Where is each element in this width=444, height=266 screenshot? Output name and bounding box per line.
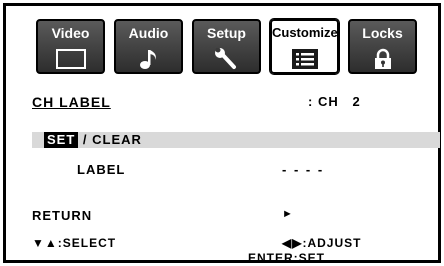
tab-label: Video: [51, 25, 90, 41]
tab-label: Audio: [128, 25, 169, 41]
list-icon: [291, 49, 318, 69]
label-field-name: LABEL: [77, 162, 126, 177]
tab-label: Locks: [362, 25, 403, 41]
set-clear-option[interactable]: SET / CLEAR: [44, 132, 142, 148]
tab-locks[interactable]: Locks: [348, 19, 417, 74]
tab-label: Setup: [207, 25, 246, 41]
tab-customize[interactable]: Customize: [269, 18, 340, 75]
tab-setup[interactable]: Setup: [192, 19, 261, 74]
menu-tabs: Video Audio Setup Customize Locks: [36, 18, 417, 75]
clear-option[interactable]: / CLEAR: [78, 132, 142, 147]
tab-label: Customize: [272, 25, 338, 40]
lock-icon: [374, 48, 391, 69]
adjust-hint: ◀▶:ADJUST: [282, 236, 362, 250]
wrench-icon: [214, 48, 236, 69]
return-arrow-icon[interactable]: ►: [282, 208, 294, 220]
tv-icon: [55, 49, 86, 69]
ch-label-title: CH LABEL: [32, 94, 111, 110]
tab-video[interactable]: Video: [36, 19, 105, 74]
menu-frame: Video Audio Setup Customize Locks CH LAB…: [3, 3, 441, 265]
label-field-value[interactable]: - - - -: [282, 162, 324, 177]
select-hint: ▼▲:SELECT: [32, 236, 117, 250]
enter-hint: ENTER:SET: [248, 251, 326, 265]
ch-label-value: : CH 2: [308, 94, 361, 109]
music-note-icon: [139, 50, 156, 69]
set-option[interactable]: SET: [44, 132, 79, 148]
tab-audio[interactable]: Audio: [114, 19, 183, 74]
return-label[interactable]: RETURN: [32, 208, 92, 223]
